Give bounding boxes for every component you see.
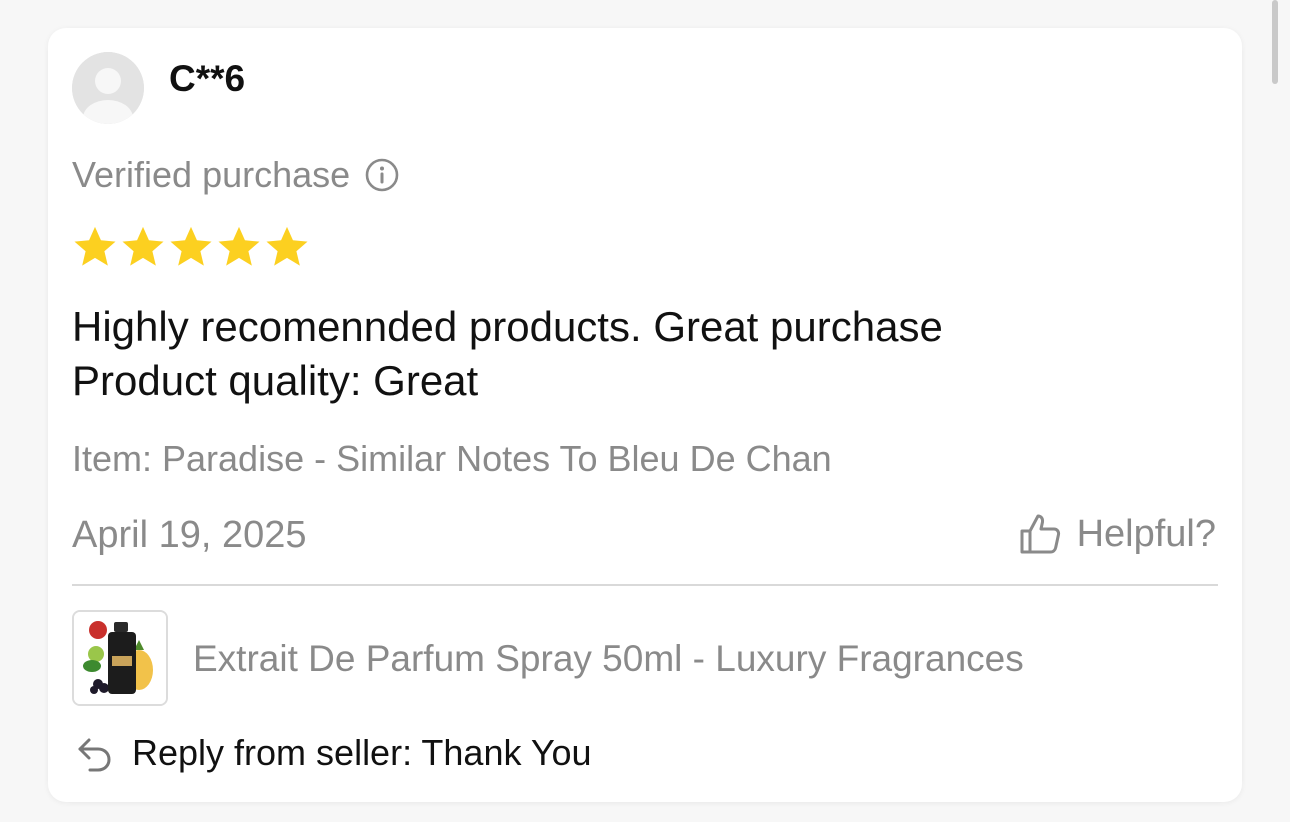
reply-arrow-icon xyxy=(74,732,116,774)
reviewer-name: C**6 xyxy=(169,58,246,99)
review-body: Highly recomennded products. Great purch… xyxy=(72,300,943,408)
star-icon xyxy=(72,224,118,270)
star-icon xyxy=(168,224,214,270)
product-thumbnail[interactable] xyxy=(72,610,168,706)
seller-reply-text: Reply from seller: Thank You xyxy=(132,732,592,773)
info-icon[interactable] xyxy=(364,157,400,193)
review-card: C**6 Verified purchase Highly recomennde… xyxy=(48,28,1242,802)
review-date: April 19, 2025 xyxy=(72,514,307,556)
helpful-label: Helpful? xyxy=(1076,512,1216,555)
star-icon xyxy=(264,224,310,270)
avatar-placeholder-icon xyxy=(72,52,144,124)
star-rating xyxy=(72,224,310,270)
star-icon xyxy=(216,224,262,270)
divider xyxy=(72,584,1218,586)
helpful-button[interactable]: Helpful? xyxy=(1017,510,1216,558)
scrollbar[interactable] xyxy=(1272,0,1278,84)
review-text-line: Highly recomennded products. Great purch… xyxy=(72,303,943,350)
star-icon xyxy=(120,224,166,270)
review-text-line: Product quality: Great xyxy=(72,357,479,404)
seller-reply: Reply from seller: Thank You xyxy=(74,732,592,774)
item-variant: Item: Paradise - Similar Notes To Bleu D… xyxy=(72,438,832,479)
user-avatar xyxy=(72,52,144,124)
thumbs-up-icon xyxy=(1017,510,1065,558)
verified-purchase-badge: Verified purchase xyxy=(72,154,400,196)
verified-purchase-label: Verified purchase xyxy=(72,154,351,195)
product-title[interactable]: Extrait De Parfum Spray 50ml - Luxury Fr… xyxy=(193,638,1024,680)
